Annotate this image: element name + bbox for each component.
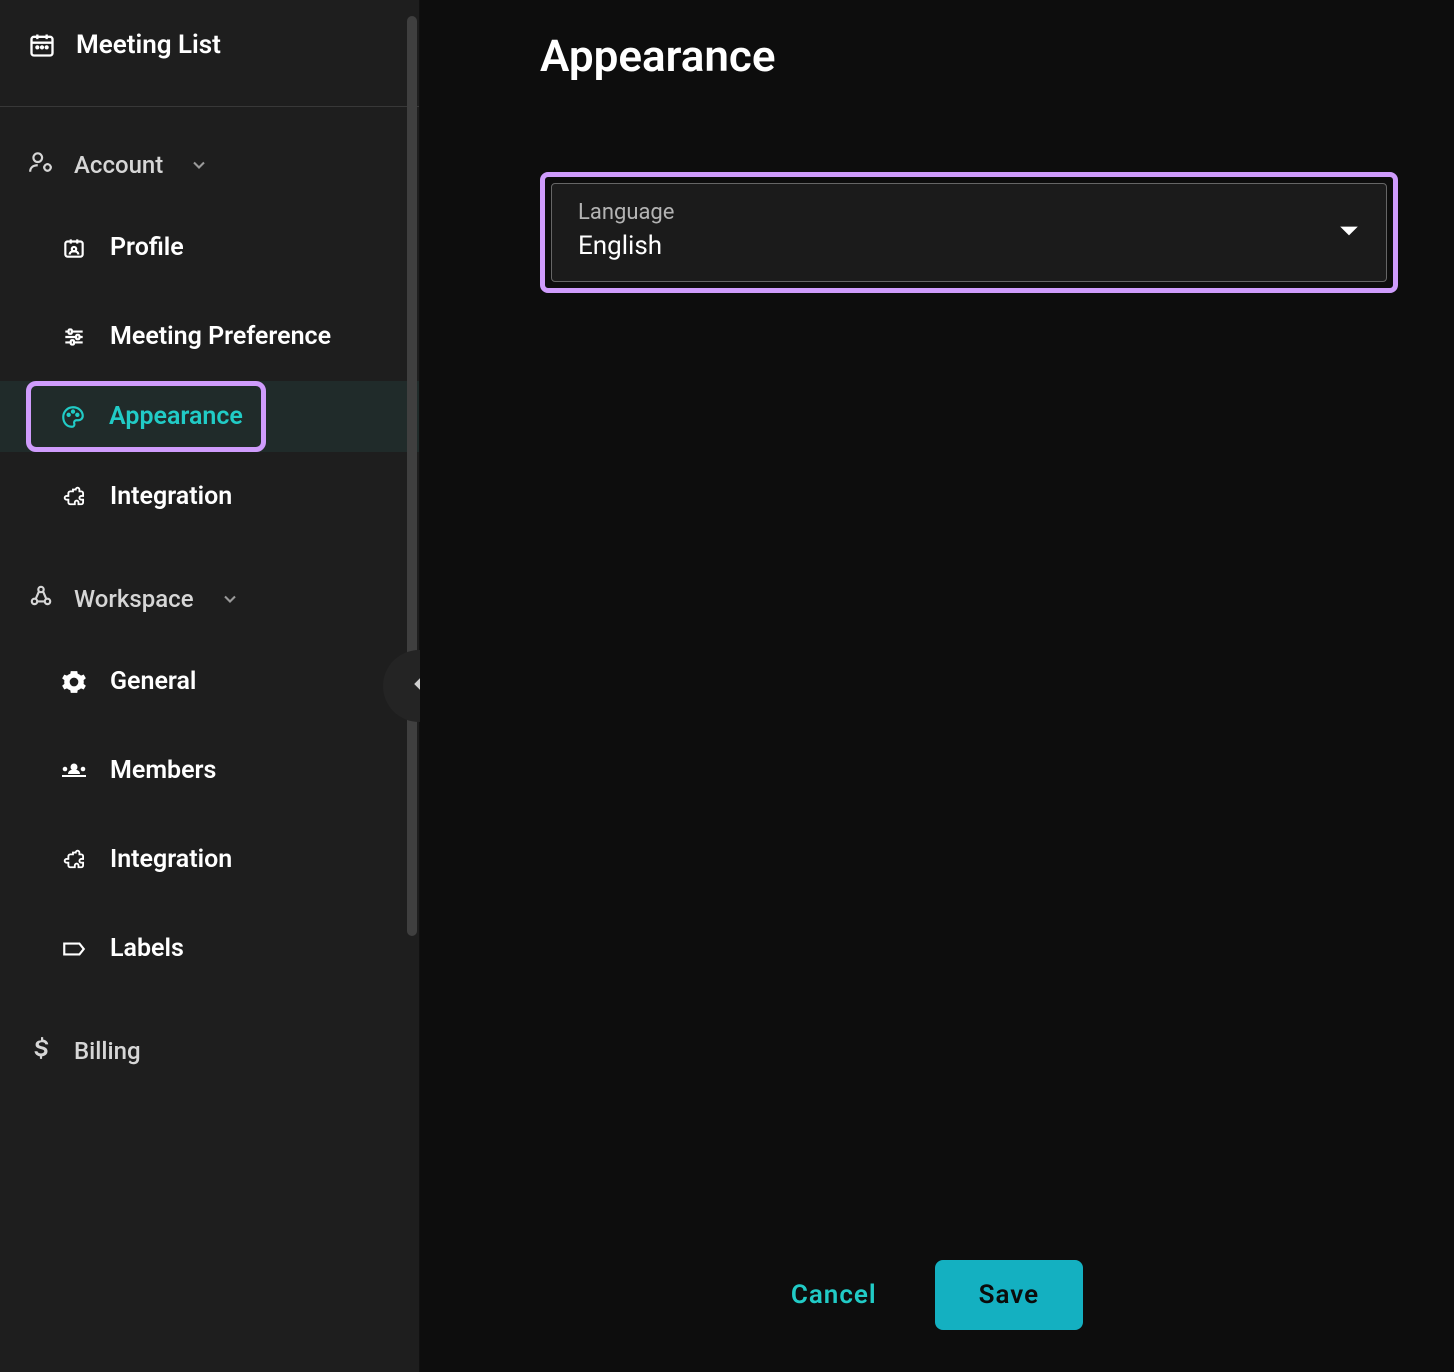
action-bar: Cancel Save [420,1260,1454,1330]
integration-account-label: Integration [110,482,232,511]
account-icon [28,149,54,181]
general-label: General [110,667,196,696]
meeting-list-label: Meeting List [76,30,221,60]
language-select-highlight: Language English [540,172,1398,293]
sidebar-item-labels[interactable]: Labels [0,904,419,993]
tag-icon [60,936,88,962]
sidebar-item-members[interactable]: Members [0,726,419,815]
workspace-icon [28,583,54,615]
language-select-value: English [578,231,674,261]
sidebar-item-profile[interactable]: Profile [0,203,419,292]
chevron-down-icon [189,155,209,175]
calendar-icon [28,31,56,59]
sidebar-item-meeting-preference[interactable]: Meeting Preference [0,292,419,381]
chevron-down-icon [220,589,240,609]
meeting-preference-label: Meeting Preference [110,322,331,351]
gear-icon [60,669,88,695]
dollar-icon [28,1035,54,1067]
language-select-label: Language [578,200,674,225]
workspace-section-label: Workspace [74,585,194,613]
profile-label: Profile [110,233,184,262]
caret-down-icon [1338,224,1360,238]
main-panel: Appearance Language English Cancel Save [420,0,1454,1372]
members-label: Members [110,756,216,785]
sidebar-item-integration-account[interactable]: Integration [0,452,419,541]
billing-label: Billing [74,1037,141,1065]
sliders-icon [60,324,88,350]
sidebar-item-integration-workspace[interactable]: Integration [0,815,419,904]
cancel-button[interactable]: Cancel [791,1280,877,1310]
appearance-label: Appearance [109,402,243,431]
integration-workspace-label: Integration [110,845,232,874]
sidebar-item-general[interactable]: General [0,637,419,726]
sidebar-item-appearance[interactable]: Appearance [0,381,419,452]
puzzle-icon [60,847,88,873]
account-section-label: Account [74,151,163,179]
palette-icon [59,404,87,430]
profile-icon [60,235,88,261]
save-button[interactable]: Save [935,1260,1084,1330]
sidebar-section-workspace[interactable]: Workspace [0,541,419,637]
page-title: Appearance [540,30,1416,82]
sidebar-item-billing[interactable]: Billing [0,993,419,1089]
sidebar-section-account[interactable]: Account [0,107,419,203]
puzzle-icon [60,484,88,510]
sidebar: Meeting List Account [0,0,420,1372]
language-select[interactable]: Language English [551,183,1387,282]
sidebar-item-meeting-list[interactable]: Meeting List [28,30,391,60]
sidebar-scrollbar[interactable] [407,16,417,936]
labels-label: Labels [110,934,184,963]
members-icon [60,758,88,784]
